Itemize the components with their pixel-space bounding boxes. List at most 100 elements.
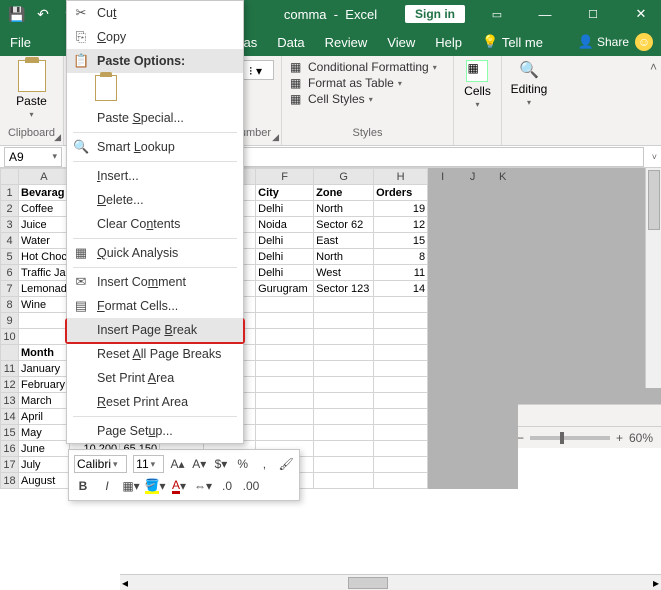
cell[interactable] <box>488 425 518 441</box>
cell[interactable] <box>458 409 488 425</box>
horizontal-scrollbar[interactable]: ◂▸ <box>120 574 661 590</box>
cell[interactable] <box>488 265 518 281</box>
increase-font-button[interactable]: A▴ <box>170 455 186 473</box>
cell[interactable] <box>428 425 458 441</box>
expand-fbar-icon[interactable]: ˅ <box>652 152 657 162</box>
cell[interactable] <box>374 409 428 425</box>
save-icon[interactable]: 💾 <box>6 3 28 25</box>
cell[interactable] <box>314 329 374 345</box>
tab-file[interactable]: File <box>0 28 41 56</box>
ctx-delete[interactable]: Delete... <box>67 188 243 212</box>
cell[interactable] <box>458 329 488 345</box>
cell[interactable]: Zone <box>314 185 374 201</box>
col-header[interactable]: G <box>314 169 374 185</box>
cell[interactable] <box>458 201 488 217</box>
cell[interactable] <box>428 361 458 377</box>
cell[interactable] <box>488 441 518 457</box>
bold-button[interactable]: B <box>74 477 92 495</box>
cell[interactable] <box>374 297 428 313</box>
cell[interactable] <box>488 281 518 297</box>
ctx-page-setup[interactable]: Page Setup... <box>67 419 243 443</box>
cell[interactable] <box>428 185 458 201</box>
row-header[interactable]: 1 <box>1 185 19 201</box>
cell[interactable] <box>374 425 428 441</box>
row-header[interactable]: 5 <box>1 249 19 265</box>
cell[interactable]: Month <box>19 345 70 361</box>
borders-button[interactable]: ▦▾ <box>122 477 140 495</box>
collapse-ribbon-icon[interactable]: ˄ <box>650 60 657 74</box>
cell[interactable] <box>458 265 488 281</box>
ctx-clear-contents[interactable]: Clear Contents <box>67 212 243 236</box>
cell[interactable] <box>374 313 428 329</box>
row-header[interactable]: 8 <box>1 297 19 313</box>
cell[interactable]: Delhi <box>256 265 314 281</box>
row-header[interactable]: 12 <box>1 377 19 393</box>
row-header[interactable]: 2 <box>1 201 19 217</box>
scroll-thumb[interactable] <box>648 170 660 230</box>
cell[interactable] <box>428 409 458 425</box>
col-header[interactable]: F <box>256 169 314 185</box>
cell[interactable] <box>428 313 458 329</box>
cell[interactable]: August <box>19 473 70 489</box>
cell[interactable] <box>314 345 374 361</box>
row-header[interactable]: 9 <box>1 313 19 329</box>
paste-button[interactable]: Paste ▾ <box>16 60 47 119</box>
cell[interactable]: 8 <box>374 249 428 265</box>
row-header[interactable]: 15 <box>1 425 19 441</box>
cell[interactable]: Juice <box>19 217 70 233</box>
cell[interactable]: Sector 123 <box>314 281 374 297</box>
cell[interactable] <box>458 425 488 441</box>
row-header[interactable]: 18 <box>1 473 19 489</box>
cells-button[interactable]: ▦ Cells▾ <box>464 60 491 109</box>
cell[interactable]: Lemonad <box>19 281 70 297</box>
cell[interactable] <box>428 281 458 297</box>
cell[interactable] <box>488 217 518 233</box>
cell[interactable] <box>428 377 458 393</box>
cell[interactable] <box>428 473 458 489</box>
cell[interactable]: North <box>314 249 374 265</box>
ctx-reset-print-area[interactable]: Reset Print Area <box>67 390 243 414</box>
cell[interactable] <box>256 377 314 393</box>
font-color-button[interactable]: A▾ <box>170 477 188 495</box>
cell[interactable] <box>488 201 518 217</box>
cell[interactable] <box>374 361 428 377</box>
cell[interactable] <box>428 441 458 457</box>
cell[interactable]: Hot Choc <box>19 249 70 265</box>
cell[interactable] <box>428 393 458 409</box>
cell[interactable] <box>458 345 488 361</box>
cell[interactable] <box>314 393 374 409</box>
row-header[interactable]: 10 <box>1 329 19 345</box>
cell[interactable]: West <box>314 265 374 281</box>
cell[interactable] <box>428 201 458 217</box>
cell[interactable] <box>458 313 488 329</box>
format-painter-button[interactable]: 🖌 <box>278 455 294 473</box>
decrease-decimal-button[interactable]: .0 <box>218 477 236 495</box>
row-header[interactable] <box>1 345 19 361</box>
tellme[interactable]: 💡 Tell me <box>472 28 553 56</box>
cell[interactable] <box>256 409 314 425</box>
ctx-copy[interactable]: ⎘Copy <box>67 25 243 49</box>
cell[interactable] <box>374 329 428 345</box>
cell[interactable]: East <box>314 233 374 249</box>
zoom-level[interactable]: 60% <box>629 431 653 445</box>
col-header[interactable]: I <box>428 169 458 185</box>
fill-color-button[interactable]: 🪣▾ <box>146 477 164 495</box>
row-header[interactable]: 6 <box>1 265 19 281</box>
cell[interactable] <box>458 473 488 489</box>
share-button[interactable]: 👤 Share <box>577 34 629 50</box>
cell[interactable] <box>374 473 428 489</box>
row-header[interactable]: 4 <box>1 233 19 249</box>
cell[interactable] <box>374 441 428 457</box>
cell-styles-button[interactable]: ▦Cell Styles▾ <box>290 92 373 106</box>
cell[interactable] <box>458 377 488 393</box>
cell[interactable] <box>19 329 70 345</box>
editing-button[interactable]: 🔍 Editing▾ <box>511 60 548 107</box>
col-header[interactable]: K <box>488 169 518 185</box>
zoom-in-button[interactable]: + <box>616 431 623 445</box>
cell[interactable] <box>488 457 518 473</box>
italic-button[interactable]: I <box>98 477 116 495</box>
cell[interactable]: May <box>19 425 70 441</box>
cell[interactable] <box>428 297 458 313</box>
cell[interactable]: July <box>19 457 70 473</box>
size-select[interactable]: 11▾ <box>133 455 163 473</box>
